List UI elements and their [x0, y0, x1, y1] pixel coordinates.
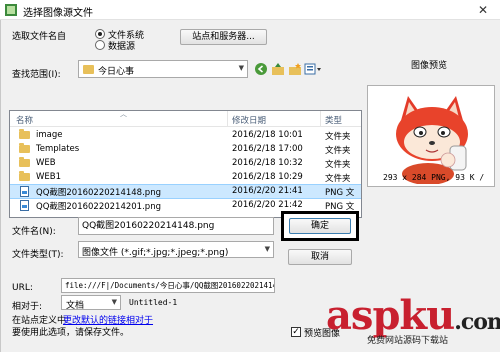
folder-icon — [19, 171, 30, 181]
column-date[interactable]: 修改日期 — [232, 114, 266, 126]
file-type: 文件夹 — [325, 174, 351, 184]
file-name: image — [36, 130, 63, 140]
column-type[interactable]: 类型 — [325, 114, 342, 126]
file-date: 2016/2/18 10:32 — [232, 158, 303, 168]
chevron-down-icon: ▼ — [111, 298, 117, 306]
folder-icon — [83, 65, 94, 74]
folder-icon — [19, 157, 30, 167]
list-item-selected[interactable]: QQ截图20160220214148.png 2016/2/20 21:41 P… — [10, 184, 361, 199]
new-folder-icon[interactable] — [288, 62, 302, 76]
filename-input[interactable]: QQ截图20160220214148.png — [78, 217, 274, 235]
cancel-button[interactable]: 取消 — [288, 249, 352, 265]
radio-data-source-label: 数据源 — [108, 42, 136, 52]
up-folder-icon[interactable] — [271, 62, 285, 76]
file-type: 文件夹 — [325, 132, 351, 142]
lookin-value: 今日心事 — [98, 67, 135, 77]
preview-image — [378, 90, 486, 184]
relative-label: 相对于: — [12, 302, 43, 312]
preview-title: 图像预览 — [411, 61, 448, 71]
watermark-subtitle: 免费网站源码下载站 — [367, 336, 449, 346]
chevron-down-icon: ▼ — [264, 245, 270, 253]
relative-select[interactable]: 文档 ▼ — [61, 295, 121, 311]
filetype-label: 文件类型(T): — [12, 250, 64, 260]
file-name: QQ截图20160220214201.png — [36, 202, 161, 212]
file-name: Templates — [36, 144, 80, 154]
url-field[interactable]: file:///F|/Documents/今日心事/QQ截图2016022021… — [61, 278, 275, 293]
radio-file-system-dot[interactable] — [95, 29, 105, 39]
list-item[interactable]: WEB1 2016/2/18 10:29 文件夹 — [10, 171, 361, 184]
title-bar[interactable]: 选择图像源文件 ✕ — [0, 0, 500, 20]
chevron-down-icon: ▼ — [238, 64, 244, 72]
file-name: WEB1 — [36, 172, 62, 182]
filetype-select[interactable]: 图像文件 (*.gif;*.jpg;*.jpeg;*.png) ▼ — [78, 241, 274, 258]
close-button[interactable]: ✕ — [466, 0, 500, 20]
file-date: 2016/2/20 21:42 — [232, 200, 303, 210]
png-file-icon — [20, 200, 29, 211]
save-note: 要使用此选项，请保存文件。 — [12, 328, 130, 338]
watermark-brand: aspku — [326, 292, 455, 339]
sites-servers-button[interactable]: 站点和服务器... — [180, 29, 267, 45]
list-item[interactable]: WEB 2016/2/18 10:32 文件夹 — [10, 157, 361, 170]
watermark-logo: aspku.com — [326, 296, 500, 336]
image-preview — [367, 85, 495, 187]
file-name: QQ截图20160220214148.png — [36, 188, 161, 198]
file-type: PNG 文 — [325, 188, 355, 198]
preview-checkbox[interactable]: ✓ — [291, 327, 301, 337]
folder-icon — [19, 143, 30, 153]
document-name: Untitled-1 — [129, 298, 178, 307]
column-divider — [320, 111, 321, 127]
file-type: 文件夹 — [325, 146, 351, 156]
window-title: 选择图像源文件 — [23, 8, 93, 19]
radio-data-source-dot[interactable] — [95, 40, 105, 50]
column-divider — [227, 111, 228, 127]
file-name: WEB — [36, 158, 56, 168]
url-label: URL: — [12, 283, 33, 293]
app-icon — [5, 4, 17, 16]
lookin-combo[interactable]: 今日心事 ▼ — [78, 60, 248, 78]
watermark-tld: .com — [454, 309, 500, 335]
back-icon[interactable] — [254, 62, 268, 76]
list-item[interactable]: Templates 2016/2/18 17:00 文件夹 — [10, 143, 361, 156]
ok-button-highlight: 确定 — [281, 211, 359, 241]
sort-arrow-icon: ︿ — [120, 110, 127, 118]
filetype-value: 图像文件 (*.gif;*.jpg;*.jpeg;*.png) — [82, 248, 229, 258]
relative-value: 文档 — [66, 301, 85, 311]
list-item[interactable]: image 2016/2/18 10:01 文件夹 — [10, 129, 361, 142]
filename-label: 文件名(N): — [12, 227, 56, 237]
file-date: 2016/2/18 17:00 — [232, 144, 303, 154]
file-type: 文件夹 — [325, 160, 351, 170]
lookin-label: 查找范围(I): — [12, 70, 61, 80]
list-header: 名称 ︿ 修改日期 类型 — [10, 110, 361, 127]
file-date: 2016/2/18 10:29 — [232, 172, 303, 182]
file-list[interactable]: 名称 ︿ 修改日期 类型 image 2016/2/18 10:01 文件夹 T… — [9, 110, 362, 218]
source-label: 选取文件名自 — [12, 32, 67, 42]
file-date: 2016/2/20 21:41 — [232, 186, 303, 196]
ok-button[interactable]: 确定 — [289, 218, 351, 234]
view-menu-icon[interactable] — [304, 63, 322, 75]
column-name[interactable]: 名称 — [16, 114, 33, 126]
folder-icon — [19, 129, 30, 139]
preview-info: 293 x 284 PNG, 93 K / — [383, 173, 485, 182]
file-date: 2016/2/18 10:01 — [232, 130, 303, 140]
png-file-icon — [20, 186, 29, 197]
